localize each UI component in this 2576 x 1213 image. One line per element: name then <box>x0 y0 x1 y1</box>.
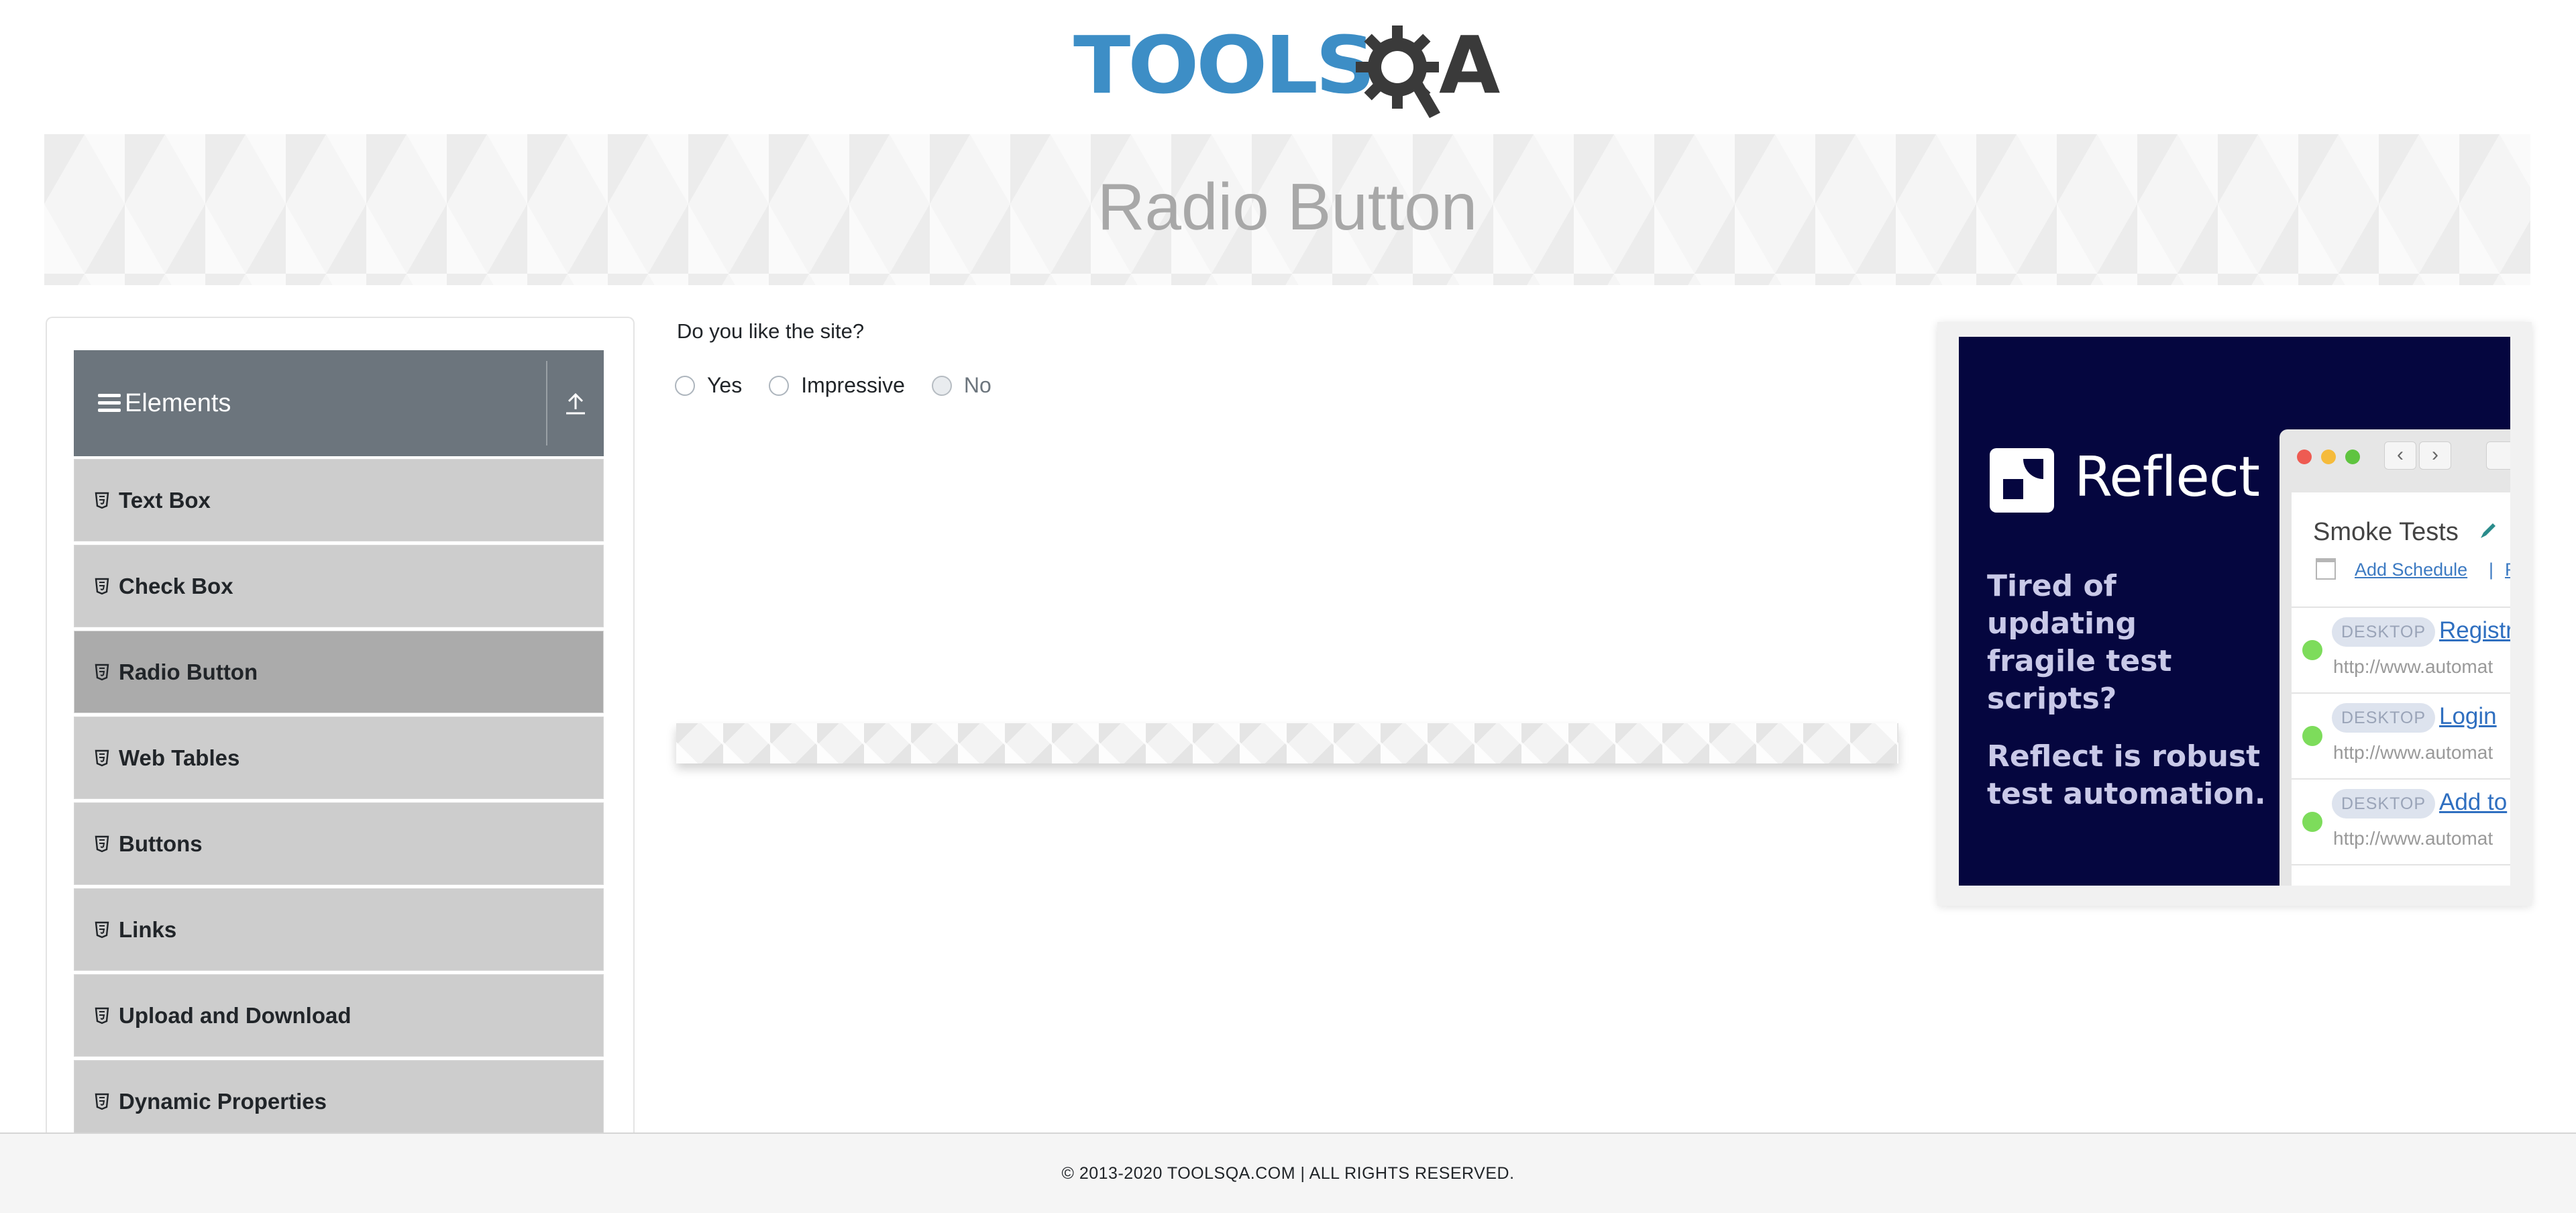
radio-impressive-input[interactable] <box>769 375 790 396</box>
sidebar-item-upload-and-download[interactable]: Upload and Download <box>74 974 604 1057</box>
radio-group: Yes Impressive No <box>675 373 1018 398</box>
logo-text-tools: TOOLS <box>1073 19 1376 111</box>
reflect-logo-icon <box>1990 448 2054 513</box>
sidebar-item-buttons[interactable]: Buttons <box>74 802 604 885</box>
html5-icon <box>95 664 109 680</box>
hamburger-icon <box>98 394 121 413</box>
ad-tagline-question: Tired of updating fragile test scripts? <box>1987 569 2172 716</box>
sidebar-item-check-box[interactable]: Check Box <box>74 545 604 627</box>
ad-browser-mockup: ‹ › Smoke Tests Add Schedule | Ru DESKTO… <box>2279 429 2510 886</box>
page-banner: Radio Button <box>44 134 2530 285</box>
html5-icon <box>95 1007 109 1024</box>
sidebar-item-label: Text Box <box>119 487 211 513</box>
radio-option-impressive[interactable]: Impressive <box>769 373 905 398</box>
sidebar-item-label: Links <box>119 916 177 942</box>
platform-badge: DESKTOP <box>2332 617 2436 647</box>
status-dot-icon <box>2302 726 2322 746</box>
maximize-dot-icon <box>2345 450 2360 464</box>
radio-yes-input[interactable] <box>675 375 695 396</box>
sidebar-item-links[interactable]: Links <box>74 888 604 971</box>
test-name-link: Registr <box>2439 617 2510 643</box>
test-url: http://www.automat <box>2333 742 2493 763</box>
sidebar-item-label: Upload and Download <box>119 1002 352 1028</box>
html5-icon <box>95 749 109 766</box>
gear-q-icon <box>1356 25 1440 118</box>
upload-collapse-icon[interactable] <box>564 390 588 417</box>
calendar-icon <box>2316 558 2336 580</box>
html5-icon <box>95 835 109 852</box>
html5-icon <box>95 578 109 594</box>
ad-brand-name: Reflect <box>2074 445 2260 509</box>
test-name-link: Add to <box>2439 789 2508 815</box>
reflect-ad[interactable]: Reflect Tired of updating fragile test s… <box>1959 337 2510 886</box>
status-dot-icon <box>2302 812 2322 832</box>
radio-question: Do you like the site? <box>677 319 865 343</box>
radio-option-no: No <box>931 373 991 398</box>
sidebar-item-label: Radio Button <box>119 659 258 684</box>
test-url: http://www.automat <box>2333 656 2493 677</box>
sidebar-item-label: Check Box <box>119 573 233 598</box>
test-row: DESKTOP Registr http://www.automat <box>2292 608 2510 692</box>
group-title: Elements <box>125 388 231 417</box>
pencil-icon <box>2481 523 2496 538</box>
radio-impressive-label[interactable]: Impressive <box>801 373 905 398</box>
sidebar-item-web-tables[interactable]: Web Tables <box>74 717 604 799</box>
test-row: DESKTOP Login http://www.automat <box>2292 694 2510 778</box>
group-header-elements[interactable]: Elements <box>74 350 604 456</box>
sidebar-item-label: Web Tables <box>119 745 240 770</box>
sidebar-item-label: Dynamic Properties <box>119 1088 327 1114</box>
html5-icon <box>95 492 109 509</box>
header-divider <box>546 361 547 445</box>
copyright-text: © 2013-2020 TOOLSQA.COM | ALL RIGHTS RES… <box>1061 1163 1515 1183</box>
run-link: Ru <box>2505 560 2510 580</box>
ad-tagline-answer: Reflect is robust test automation. <box>1987 739 2266 811</box>
page-title: Radio Button <box>1097 170 1478 244</box>
html5-icon <box>95 921 109 938</box>
radio-no-label: No <box>963 373 991 397</box>
toolsqa-logo[interactable]: TOOLS A <box>1073 20 1509 121</box>
add-schedule-link: Add Schedule <box>2355 560 2468 580</box>
platform-badge: DESKTOP <box>2332 703 2436 733</box>
ad-browser-page: Smoke Tests Add Schedule | Ru DESKTOP Re… <box>2292 492 2510 886</box>
schedule-separator: | <box>2489 560 2494 580</box>
forward-arrow-icon: › <box>2419 441 2451 470</box>
sidebar-item-dynamic-properties[interactable]: Dynamic Properties <box>74 1060 604 1143</box>
status-dot-icon <box>2302 640 2322 660</box>
page-footer: © 2013-2020 TOOLSQA.COM | ALL RIGHTS RES… <box>0 1132 2576 1213</box>
minimize-dot-icon <box>2321 450 2336 464</box>
html5-icon <box>95 1093 109 1110</box>
sidebar-menu: Text Box Check Box Radio Button Web Tabl… <box>74 459 604 1146</box>
radio-yes-label[interactable]: Yes <box>707 373 742 398</box>
radio-option-yes[interactable]: Yes <box>675 373 742 398</box>
window-controls <box>2297 450 2369 464</box>
back-arrow-icon: ‹ <box>2384 441 2416 470</box>
platform-badge: DESKTOP <box>2332 789 2436 819</box>
sidebar-item-label: Buttons <box>119 831 203 856</box>
radio-no-input <box>931 375 952 396</box>
sidebar-item-radio-button[interactable]: Radio Button <box>74 631 604 713</box>
sidebar-toggle-icon <box>2486 441 2510 470</box>
test-row: DESKTOP Add to http://www.automat <box>2292 780 2510 864</box>
test-name-link: Login <box>2439 703 2497 729</box>
ad-placeholder-strip <box>676 723 1898 763</box>
sidebar-item-text-box[interactable]: Text Box <box>74 459 604 541</box>
logo-text-a: A <box>1439 19 1501 111</box>
close-dot-icon <box>2297 450 2312 464</box>
test-url: http://www.automat <box>2333 828 2493 849</box>
suite-title: Smoke Tests <box>2313 518 2459 546</box>
